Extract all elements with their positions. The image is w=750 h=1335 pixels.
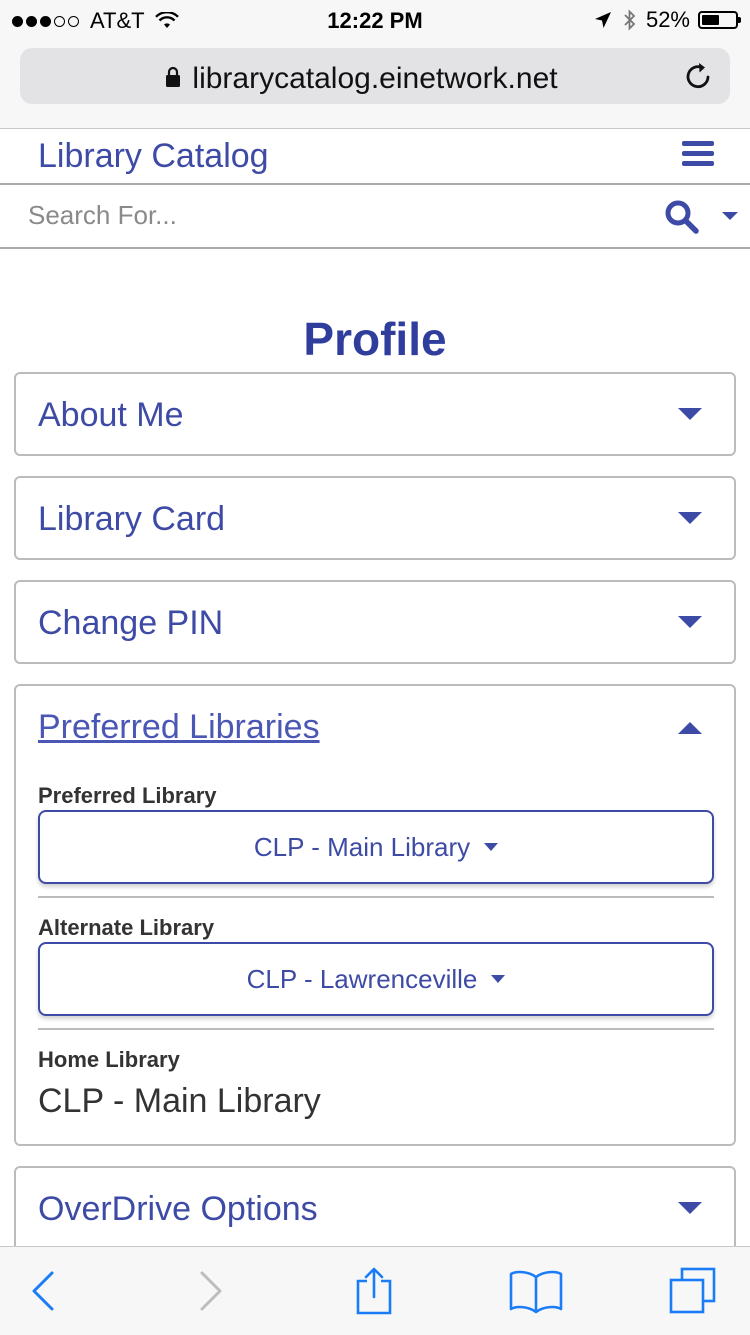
panel-title-library-card[interactable]: Library Card [38,500,225,539]
panel-title-change-pin[interactable]: Change PIN [38,604,223,643]
divider [38,1028,714,1030]
caret-down-icon [678,512,702,524]
preferred-library-label: Preferred Library [38,783,217,808]
site-header: Library Catalog [0,129,750,185]
battery-percent: 52% [645,7,690,32]
battery-icon [698,11,741,29]
alternate-library-select[interactable]: CLP - Lawrenceville [38,942,714,1016]
site-title[interactable]: Library Catalog [38,137,269,176]
page-title: Profile [303,313,447,365]
browser-bottom-toolbar [0,1246,750,1335]
back-icon[interactable] [20,1267,68,1315]
alternate-library-value: CLP - Lawrenceville [246,964,478,994]
bookmarks-icon[interactable] [508,1267,564,1315]
status-bar: AT&T 12:22 PM 52% [0,0,750,40]
caret-down-icon [678,616,702,628]
search-input[interactable] [28,195,588,235]
panel-title-about-me[interactable]: About Me [38,396,184,435]
alternate-library-label: Alternate Library [38,915,215,940]
panel-title-preferred-libraries[interactable]: Preferred Libraries [38,708,320,747]
panel-title-overdrive-options[interactable]: OverDrive Options [38,1190,318,1229]
home-library-label: Home Library [38,1047,180,1072]
search-bar [0,185,750,249]
dropdown-caret-icon [491,975,506,984]
tabs-icon[interactable] [668,1267,716,1315]
panel-about-me[interactable]: About Me [14,372,736,456]
search-options-caret-icon[interactable] [722,212,738,220]
caret-down-icon [678,1202,702,1214]
share-icon[interactable] [350,1267,398,1315]
battery-fill [702,15,719,25]
caret-up-icon[interactable] [678,722,702,734]
dropdown-caret-icon [484,843,499,852]
panel-change-pin[interactable]: Change PIN [14,580,736,664]
forward-icon[interactable] [186,1267,234,1315]
panel-library-card[interactable]: Library Card [14,476,736,560]
status-right: 52% [594,7,741,33]
divider [38,896,714,898]
preferred-library-select[interactable]: CLP - Main Library [38,810,714,884]
panel-preferred-libraries: Preferred Libraries Preferred Library CL… [14,684,736,1146]
location-arrow-icon [594,12,611,28]
address-bar[interactable]: librarycatalog.einetwork.net [20,48,730,104]
browser-toolbar: librarycatalog.einetwork.net [0,40,750,129]
search-icon[interactable] [664,199,700,235]
preferred-library-value: CLP - Main Library [253,832,471,862]
hamburger-menu-icon[interactable] [682,141,714,169]
reload-icon[interactable] [682,60,714,92]
bluetooth-icon [624,9,636,31]
home-library-value: CLP - Main Library [38,1082,321,1120]
url-text: librarycatalog.einetwork.net [192,62,558,95]
caret-down-icon [678,408,702,420]
